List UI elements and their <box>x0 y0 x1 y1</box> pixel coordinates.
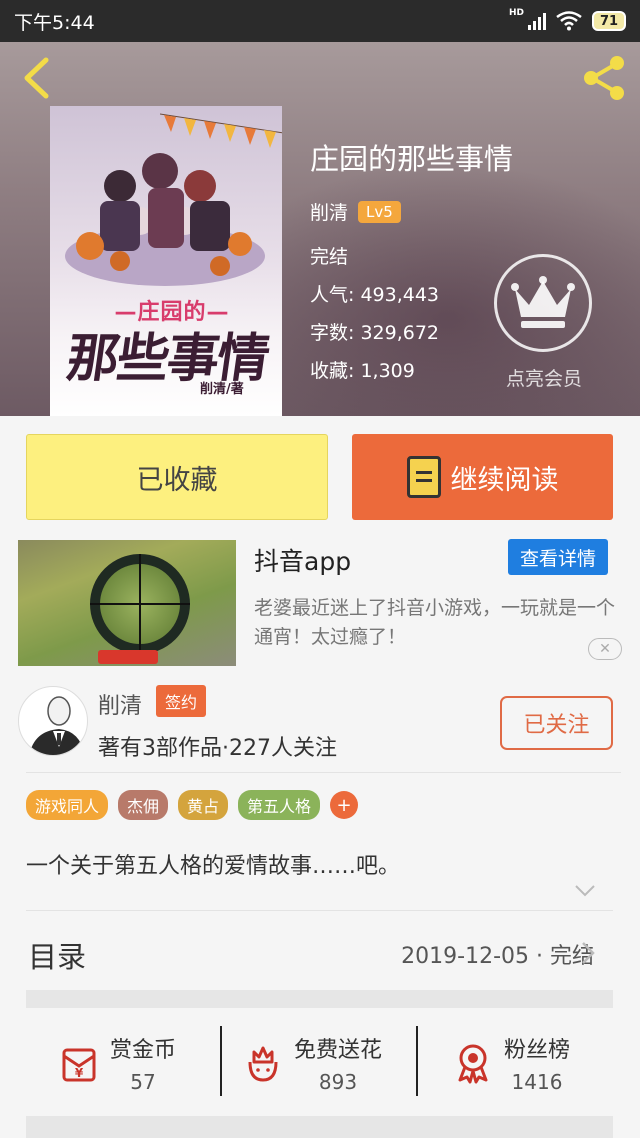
crown-icon <box>511 276 575 328</box>
tag-list: 游戏同人 杰佣 黄占 第五人格 + <box>26 790 359 820</box>
tag-item[interactable]: 第五人格 <box>238 790 321 820</box>
continue-reading-button[interactable]: 继续阅读 <box>352 434 613 520</box>
free-flower-value: 893 <box>318 1070 358 1094</box>
level-badge: Lv5 <box>358 200 401 223</box>
cover-title: 那些事情 <box>62 329 272 389</box>
favorite-button[interactable]: 已收藏 <box>26 434 328 520</box>
book-cover[interactable]: —庄园的— 那些事情 削清/著 <box>50 106 282 416</box>
avatar-figure <box>29 696 85 755</box>
popularity-stat: 人气: 493,443 <box>310 284 440 306</box>
book-header: —庄园的— 那些事情 削清/著 庄园的那些事情 削清 Lv5 完结 人气: 49… <box>0 42 640 416</box>
tag-item[interactable]: 游戏同人 <box>26 790 109 820</box>
scope-graphic <box>90 554 190 654</box>
toc-label[interactable]: 目录 <box>28 934 86 976</box>
reward-coin-stat[interactable]: ¥ 赏金币 57 <box>58 1010 176 1116</box>
vip-label[interactable]: 点亮会员 <box>484 364 604 391</box>
free-flower-stat[interactable]: 免费送花 893 <box>242 1010 382 1116</box>
svg-text:¥: ¥ <box>75 1066 84 1080</box>
status-icons: HD 71 <box>508 8 626 31</box>
add-tag-button[interactable]: + <box>330 791 359 819</box>
section-separator <box>26 990 613 1008</box>
author-card: 削清 签约 著有3部作品·227人关注 已关注 <box>0 672 640 772</box>
network-type: HD <box>508 8 524 18</box>
favorites-stat: 收藏: 1,309 <box>310 360 415 382</box>
stat-divider <box>220 1026 222 1096</box>
cover-author: 削清/著 <box>200 382 244 397</box>
vip-button[interactable] <box>494 254 592 352</box>
free-flower-label: 免费送花 <box>294 1038 383 1063</box>
ad-description: 老婆最近迷上了抖音小游戏，一玩就是一个通宵！太过瘾了！ <box>254 597 616 648</box>
flower-icon <box>248 1046 278 1082</box>
continue-reading-label: 继续阅读 <box>450 464 559 496</box>
ad-image-button <box>98 650 158 664</box>
battery-icon: 71 <box>592 11 626 31</box>
medal-icon <box>458 1044 488 1084</box>
follow-button[interactable]: 已关注 <box>500 696 613 750</box>
tag-item[interactable]: 黄占 <box>178 790 229 820</box>
status-time: 下午5:44 <box>14 11 95 34</box>
share-icon <box>584 56 624 100</box>
tag-item[interactable]: 杰佣 <box>118 790 169 820</box>
avatar[interactable] <box>18 686 88 756</box>
reward-coin-value: 57 <box>130 1070 156 1094</box>
book-title: 庄园的那些事情 <box>310 142 514 176</box>
stat-divider <box>416 1026 418 1096</box>
divider <box>26 772 621 773</box>
ad-banner[interactable]: 抖音app 查看详情 老婆最近迷上了抖音小游戏，一玩就是一个通宵！太过瘾了！ ✕ <box>0 538 640 672</box>
fan-rank-value: 1416 <box>511 1070 563 1094</box>
author-name[interactable]: 削清 <box>98 688 142 720</box>
book-icon <box>406 456 441 498</box>
reward-coin-label: 赏金币 <box>110 1038 177 1063</box>
fan-rank-label: 粉丝榜 <box>504 1038 571 1063</box>
action-bar: 已收藏 继续阅读 <box>0 416 640 538</box>
book-status: 完结 <box>310 246 349 268</box>
header-author-row: 削清 Lv5 <box>310 198 401 225</box>
fan-rank-stat[interactable]: 粉丝榜 1416 <box>452 1010 570 1116</box>
toc-meta[interactable]: 2019-12-05 · 完结 <box>401 938 594 970</box>
back-button[interactable] <box>16 56 56 100</box>
book-summary: 一个关于第五人格的爱情故事……吧。 <box>26 854 401 879</box>
wifi-icon <box>556 11 582 31</box>
chevron-left-icon <box>24 57 49 99</box>
ad-title[interactable]: 抖音app <box>254 542 351 578</box>
ad-close-button[interactable]: ✕ <box>588 638 622 660</box>
header-author-name[interactable]: 削清 <box>310 198 348 225</box>
signal-icon <box>528 12 546 30</box>
coin-envelope-icon: ¥ <box>62 1048 96 1082</box>
word-count-stat: 字数: 329,672 <box>310 322 440 344</box>
ad-detail-button[interactable]: 查看详情 <box>508 539 608 575</box>
chevron-right-icon[interactable] <box>580 941 596 965</box>
ad-image[interactable] <box>18 540 236 666</box>
signed-badge: 签约 <box>156 685 207 717</box>
chevron-down-icon[interactable] <box>574 884 596 898</box>
section-separator <box>26 1116 613 1138</box>
author-stats: 著有3部作品·227人关注 <box>98 736 337 761</box>
divider <box>26 910 613 911</box>
status-bar: 下午5:44 HD 71 <box>0 0 640 42</box>
share-button[interactable] <box>580 54 628 102</box>
bottom-stats: ¥ 赏金币 57 免费送花 893 粉丝榜 1416 <box>0 1010 640 1116</box>
cover-illustration <box>65 153 265 286</box>
